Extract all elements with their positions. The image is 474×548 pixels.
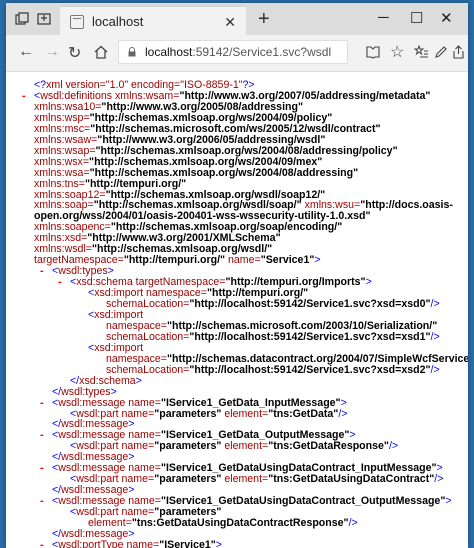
xml-attribute-value: "parameters" [154,407,222,420]
navigation-bar: ← → ↻ localhost:59142/Service1.svc?wsdl … [6,35,468,72]
xml-attribute-value: "http://localhost:59142/Service1.svc?xsd… [189,298,431,310]
lock-icon [128,47,136,57]
collapse-toggle[interactable]: - [22,90,26,102]
xml-punctuation: /> [430,298,440,310]
xml-line: schemaLocation="http://localhost:59142/S… [106,363,440,376]
xml-line: schemaLocation="http://localhost:59142/S… [106,299,440,310]
browser-window: localhost ✕ + ─ ☐ ✕ ← → ↻ localhost:5914… [6,3,468,548]
collapse-toggle[interactable]: - [40,266,44,277]
collapse-toggle[interactable]: - [40,463,44,474]
page-favicon-icon [70,15,84,29]
reading-view-icon[interactable] [366,45,380,59]
minimize-icon[interactable]: ─ [378,9,389,26]
xml-punctuation: /> [348,517,358,529]
collapse-toggle[interactable]: - [40,430,44,441]
share-icon[interactable] [452,45,465,59]
xml-tag-text: element= [221,473,269,486]
collapse-toggle[interactable]: - [40,397,44,409]
url-host: localhost [145,45,193,59]
tab-title: localhost [92,14,144,29]
new-tab-icon[interactable]: + [258,8,270,31]
xml-attribute-value: "IService1" [159,538,216,548]
collapse-toggle[interactable]: - [40,539,44,548]
tabs-aside-icon[interactable] [36,11,52,27]
home-icon[interactable] [93,44,109,60]
xml-document-view: <?xml version="1.0" encoding="ISO-8859-1… [6,72,468,548]
xml-punctuation: > [215,538,222,548]
xml-punctuation: > [445,495,452,508]
xml-punctuation: /> [388,440,399,453]
xml-tag-text: name= [225,254,261,267]
xml-attribute-value: "http://localhost:59142/Service1.svc?xsd… [189,330,431,343]
xml-attribute-value: "Service1" [260,254,315,267]
close-icon[interactable]: ✕ [224,14,236,31]
xml-tag-text: wsdl:portType name= [58,538,160,548]
url-path: :59142/Service1.svc?wsdl [192,45,332,59]
xml-attribute-value: "http://docs.oasis- [360,199,453,212]
xml-line: - <wsdl:portType name="IService1"> [40,538,222,548]
xml-punctuation: > [135,374,142,387]
xml-attribute-value: "tns:GetData" [268,407,339,420]
xml-punctuation: > [365,276,372,289]
address-bar[interactable]: localhost:59142/Service1.svc?wsdl [118,40,348,64]
xml-tag-text: element= [221,407,269,420]
xml-attribute-value: "http://tempuri.org/" [123,254,226,267]
forward-arrow-icon[interactable]: → [44,43,60,61]
notes-pen-icon[interactable] [434,45,448,59]
xml-punctuation: /> [430,330,440,343]
xml-attribute-value: "tns:GetDataUsingDataContract" [268,473,435,486]
collapse-toggle[interactable]: - [40,496,44,507]
xml-attribute-value: "tns:GetDataResponse" [268,440,389,453]
tab-localhost[interactable]: localhost ✕ [60,5,246,37]
xml-attribute-value: "parameters" [154,440,222,453]
tab-actions-icon[interactable] [14,11,30,27]
favorites-hub-icon[interactable] [414,45,429,59]
back-arrow-icon[interactable]: ← [18,43,34,61]
url-text: localhost:59142/Service1.svc?wsdl [145,45,331,59]
xml-attribute-value: "parameters" [154,473,222,486]
xml-tag-text: element= [221,440,269,453]
close-window-icon[interactable]: ✕ [440,9,453,27]
refresh-icon[interactable]: ↻ [68,43,81,63]
xml-line: schemaLocation="http://localhost:59142/S… [106,330,440,343]
collapse-toggle[interactable]: - [58,277,62,288]
xml-punctuation: /> [338,407,348,420]
maximize-icon[interactable]: ☐ [410,9,423,27]
favorites-star-icon[interactable]: ☆ [390,42,404,62]
xml-attribute-value: "tns:GetDataUsingDataContractResponse" [131,517,349,529]
tab-bar: localhost ✕ + ─ ☐ ✕ [6,3,468,37]
xml-punctuation: > [314,254,321,267]
xml-punctuation: /> [430,363,440,376]
xml-punctuation: /> [434,473,444,486]
xml-attribute-value: "http://localhost:59142/Service1.svc?xsd… [189,363,431,376]
